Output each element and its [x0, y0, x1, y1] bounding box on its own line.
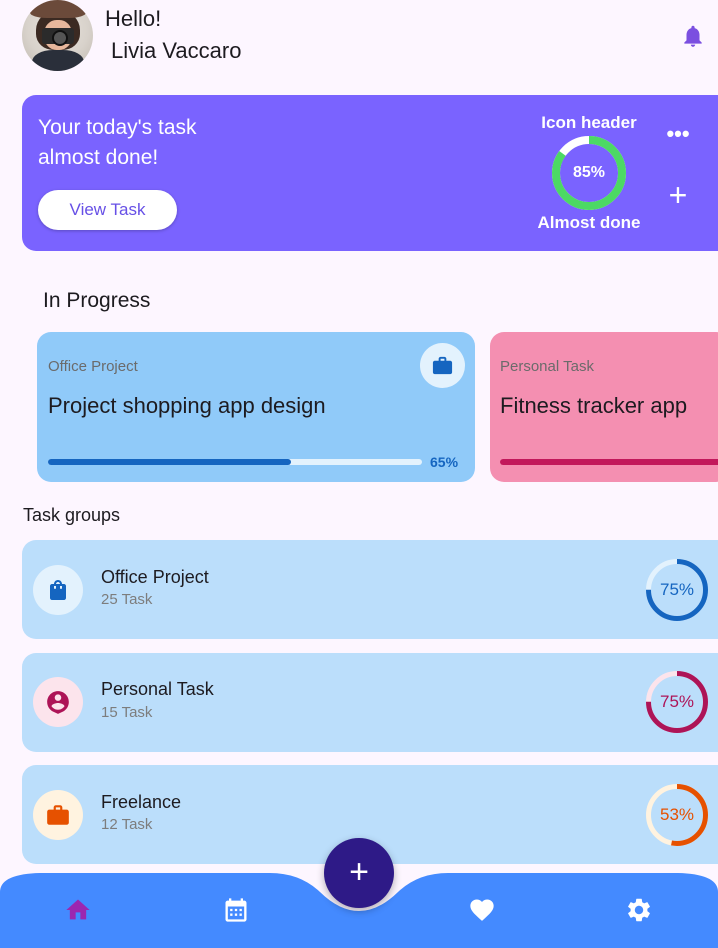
task-groups-title: Task groups: [23, 505, 121, 525]
user-name: Livia Vaccaro: [111, 38, 242, 63]
summary-status: Almost done: [537, 213, 641, 232]
group-name: Freelance: [101, 792, 182, 812]
add-task-fab[interactable]: +: [324, 838, 394, 908]
summary-title: Your today's task almost done!: [38, 116, 197, 169]
group-name: Office Project: [101, 567, 209, 587]
progress-card-title: Project shopping app design: [48, 393, 326, 418]
briefcase-icon: [47, 805, 69, 825]
group-progress-text: 75%: [659, 580, 695, 599]
heart-icon[interactable]: [468, 896, 496, 924]
more-icon[interactable]: •••: [666, 122, 690, 146]
group-count: 25 Task: [101, 591, 153, 608]
settings-icon[interactable]: [625, 896, 653, 924]
avatar[interactable]: [22, 0, 93, 71]
progress-percent: 65%: [430, 454, 459, 470]
in-progress-title: In Progress: [43, 289, 151, 312]
group-count: 15 Task: [101, 704, 153, 721]
icon-header-label: Icon header: [541, 113, 637, 132]
progress-card-category: Office Project: [48, 358, 138, 375]
group-icon-bubble: [33, 677, 83, 727]
view-task-button[interactable]: View Task: [38, 190, 177, 230]
home-icon[interactable]: [64, 896, 92, 924]
briefcase-icon-bubble: [420, 343, 465, 388]
task-group-office-project[interactable]: [22, 540, 718, 639]
progress-card-title: Fitness tracker app: [500, 393, 688, 418]
progress-fill: [48, 459, 292, 465]
group-name: Personal Task: [101, 679, 214, 699]
group-progress-text: 53%: [659, 805, 695, 824]
summary-progress-text: 85%: [572, 164, 606, 181]
group-icon-bubble: [33, 790, 83, 840]
person-pin-icon: [47, 691, 69, 714]
progress-fill: [500, 459, 718, 465]
task-group-personal-task[interactable]: [22, 653, 718, 752]
progress-card-category: Personal Task: [500, 358, 594, 375]
shopping-bag-icon: [50, 580, 66, 600]
greeting: Hello!: [105, 6, 162, 31]
group-icon-bubble: [33, 565, 83, 615]
group-count: 12 Task: [101, 816, 153, 833]
group-progress-text: 75%: [659, 692, 695, 711]
calendar-icon[interactable]: [222, 896, 250, 924]
add-icon[interactable]: +: [666, 179, 690, 211]
briefcase-icon: [432, 356, 453, 375]
bell-icon[interactable]: [680, 22, 706, 50]
